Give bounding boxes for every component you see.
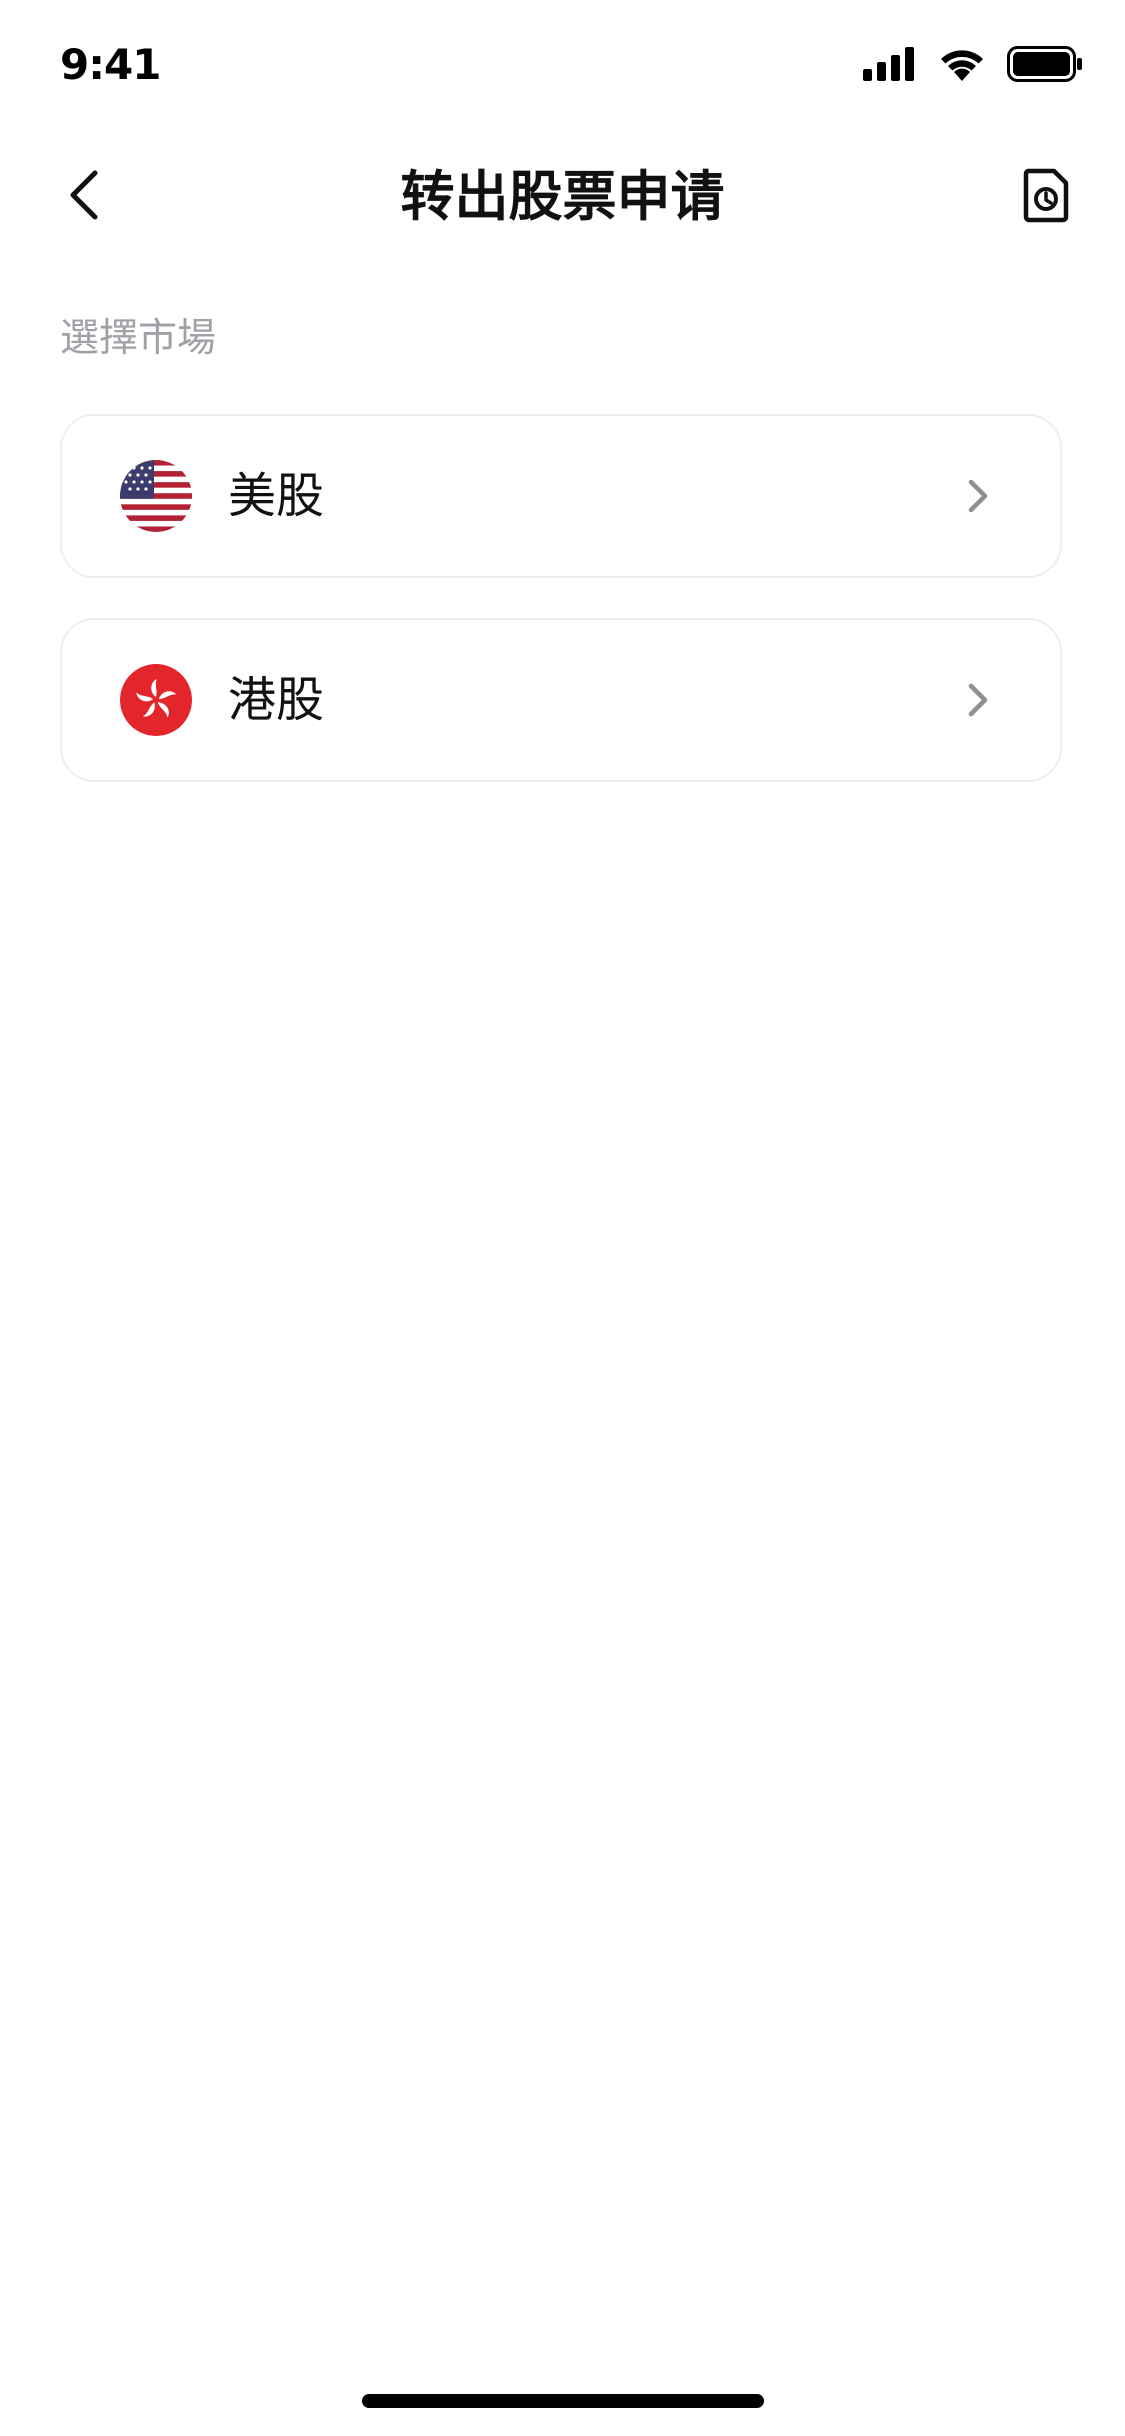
market-list: 美股 港股 [60,414,1064,822]
history-button[interactable] [1009,160,1083,234]
status-bar: 9:41 [0,0,1125,132]
signal-icon [863,47,917,85]
chevron-right-icon [960,474,996,518]
page-title: 转出股票申请 [400,165,725,228]
market-name: 港股 [228,672,325,728]
home-indicator[interactable] [362,2394,764,2408]
market-item-us[interactable]: 美股 [60,414,1062,578]
chevron-right-icon [960,678,996,722]
nav-header: 转出股票申请 [0,132,1125,264]
document-clock-icon [1022,167,1070,227]
status-time: 9:41 [60,40,161,89]
us-flag-icon [120,460,192,532]
battery-icon [1007,46,1083,86]
market-item-hk[interactable]: 港股 [60,618,1062,782]
status-icons [863,46,1083,86]
market-name: 美股 [228,468,325,524]
section-label: 選擇市場 [60,316,217,361]
wifi-icon [939,47,985,85]
hk-flag-icon [120,664,192,736]
